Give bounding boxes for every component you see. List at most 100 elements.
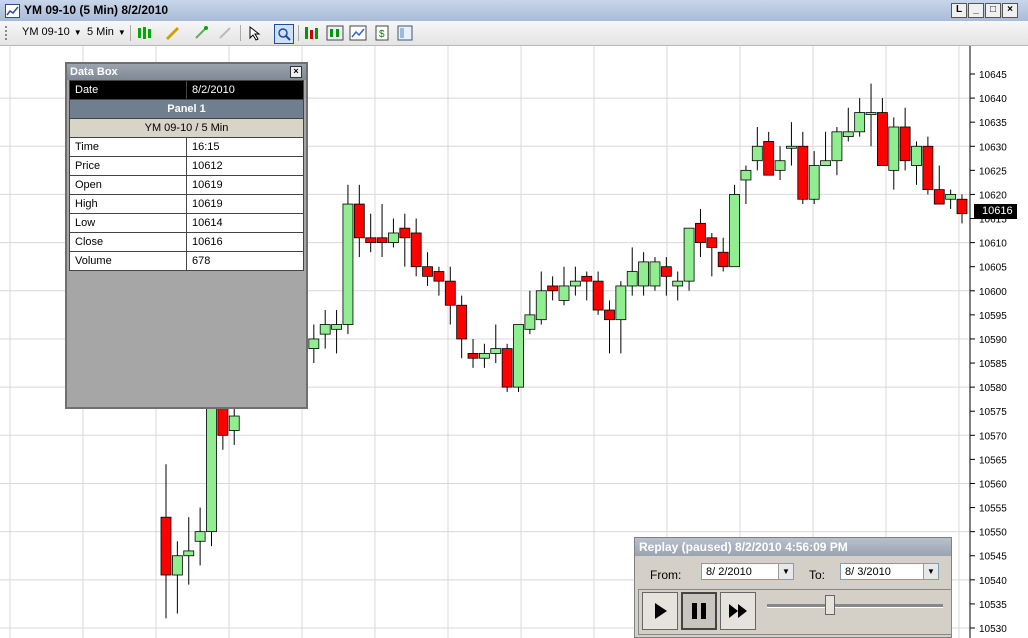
data-box-table: Date 8/2/2010 Panel 1 YM 09-10 / 5 Min Ti… (69, 80, 304, 271)
y-axis-tick-label: 10635 (979, 118, 1007, 129)
candle-down (717, 251, 729, 268)
y-axis-tick-label: 10570 (979, 431, 1007, 442)
line-chart-icon[interactable] (349, 24, 367, 42)
candle-down (501, 348, 513, 388)
candle-down (581, 275, 593, 282)
candle-down (797, 145, 809, 200)
candle-up (865, 112, 877, 115)
minimize-button[interactable]: _ (968, 3, 984, 18)
close-button[interactable]: × (1002, 3, 1018, 18)
pointer-icon[interactable] (246, 24, 264, 42)
toolbar-grip[interactable] (5, 26, 9, 40)
strategies-icon[interactable] (326, 24, 344, 42)
y-axis-tick-label: 10625 (979, 166, 1007, 177)
y-axis-tick-label: 10560 (979, 479, 1007, 490)
chevron-down-icon: ▼ (73, 28, 82, 37)
y-axis-tick-label: 10535 (979, 600, 1007, 611)
data-box-panel[interactable]: Data Box × Date 8/2/2010 Panel 1 YM 09-10… (65, 62, 308, 409)
svg-text:$: $ (379, 29, 385, 40)
toolbar-separator (298, 25, 299, 41)
pause-button[interactable] (681, 592, 717, 630)
chevron-down-icon[interactable]: ▼ (778, 564, 793, 579)
from-date-picker[interactable]: 8/ 2/2010 ▼ (701, 563, 794, 580)
candle-up (206, 396, 217, 533)
candle-up (388, 232, 399, 244)
y-axis-tick-label: 10540 (979, 576, 1007, 587)
chevron-down-icon[interactable]: ▼ (923, 564, 938, 579)
y-axis-tick-label: 10590 (979, 335, 1007, 346)
close-icon[interactable]: × (290, 66, 302, 78)
candle-down (353, 203, 365, 239)
symbol-label: YM 09-10 / 5 Min (69, 118, 304, 138)
pencil-icon[interactable] (164, 24, 182, 42)
interval-label: 5 Min (87, 26, 114, 38)
link-button[interactable]: L (951, 3, 967, 18)
window-title: YM 09-10 (5 Min) 8/2/2010 (24, 3, 169, 17)
candle-down (933, 189, 945, 205)
instrument-dropdown[interactable]: YM 09-10 ▼ (22, 26, 82, 38)
y-axis-tick-label: 10580 (979, 383, 1007, 394)
chart-app-icon (5, 4, 20, 18)
y-axis-tick-label: 10630 (979, 142, 1007, 153)
to-label: To: (809, 568, 826, 582)
candle-up (513, 324, 524, 388)
fast-forward-button[interactable] (720, 592, 756, 630)
candle-down (604, 309, 615, 321)
candle-up (490, 348, 502, 354)
data-box-titlebar[interactable]: Data Box × (67, 64, 306, 80)
y-axis-tick-label: 10610 (979, 239, 1007, 250)
y-axis-tick-label: 10530 (979, 624, 1007, 635)
candle-up (626, 271, 638, 287)
table-row: Open 10619 (69, 175, 304, 195)
candle-up (820, 160, 831, 166)
toolbar-separator (130, 25, 131, 41)
panel-label: Panel 1 (69, 99, 304, 119)
zoom-icon[interactable] (274, 24, 294, 44)
date-value: 8/2/2010 (186, 80, 304, 100)
candle-down (877, 112, 888, 166)
candle-up (524, 314, 536, 330)
play-icon (655, 603, 667, 619)
toolbar-separator (240, 25, 241, 41)
row-value: 678 (186, 251, 304, 271)
candle-up (638, 261, 649, 287)
candle-down (422, 266, 433, 277)
candle-up (558, 285, 570, 301)
table-row: Time 16:15 (69, 137, 304, 157)
candle-down (592, 280, 604, 311)
table-row: High 10619 (69, 194, 304, 214)
interval-dropdown[interactable]: 5 Min ▼ (87, 26, 126, 38)
candle-down (456, 304, 468, 340)
candle-up (786, 145, 797, 149)
chart-toolbar: YM 09-10 ▼ 5 Min ▼ $ (0, 21, 1028, 46)
candle-down (660, 266, 672, 277)
dollar-icon[interactable]: $ (373, 24, 391, 42)
maximize-button[interactable]: □ (985, 3, 1001, 18)
candle-down (695, 222, 706, 244)
candle-down (217, 405, 229, 436)
y-axis-tick-label: 10640 (979, 94, 1007, 105)
to-date-value: 8/ 3/2010 (845, 566, 891, 578)
chart-style-icon[interactable] (136, 24, 154, 42)
replay-title: Replay (paused) 8/2/2010 4:56:09 PM (635, 538, 951, 556)
row-label: High (69, 194, 187, 214)
replay-panel[interactable]: Replay (paused) 8/2/2010 4:56:09 PM From… (634, 537, 952, 638)
y-axis-tick-label: 10575 (979, 407, 1007, 418)
magnet-icon[interactable] (216, 24, 234, 42)
from-date-value: 8/ 2/2010 (706, 566, 752, 578)
fast-forward-icon (729, 604, 747, 618)
candle-up (342, 203, 354, 325)
candle-up (478, 353, 490, 359)
play-button[interactable] (642, 592, 678, 630)
indicators-icon[interactable] (303, 24, 321, 42)
replay-controls (638, 589, 952, 635)
candle-up (194, 531, 206, 542)
to-date-picker[interactable]: 8/ 3/2010 ▼ (840, 563, 939, 580)
slider-thumb[interactable] (825, 595, 836, 615)
properties-icon[interactable] (396, 24, 414, 42)
crosshair-icon[interactable] (192, 24, 210, 42)
y-axis-tick-label: 10605 (979, 263, 1007, 274)
candle-up (308, 338, 320, 349)
replay-speed-slider[interactable] (767, 604, 943, 608)
candle-up (171, 555, 183, 576)
